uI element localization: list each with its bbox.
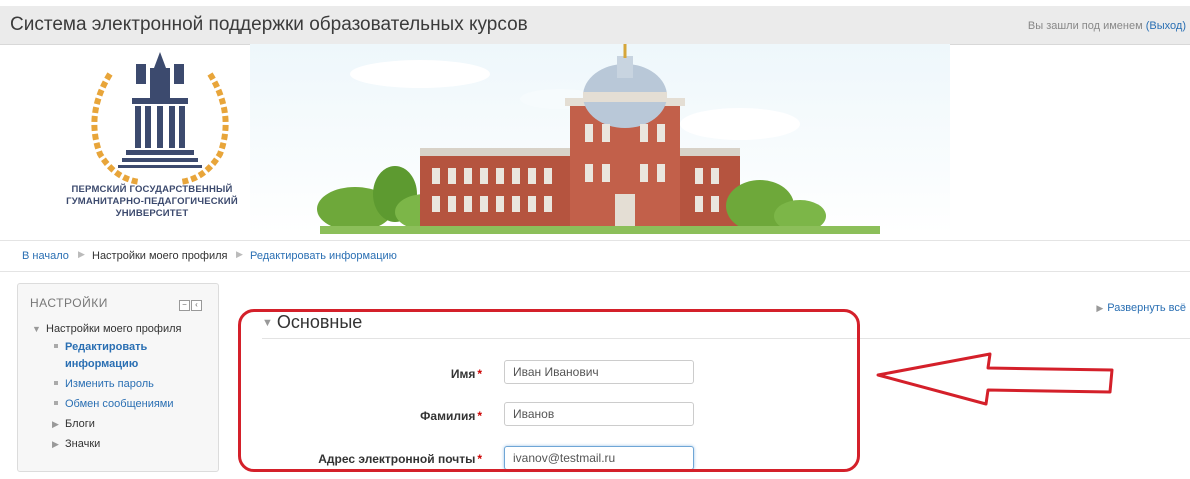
tree-item-edit-info[interactable]: Редактировать [54,341,147,353]
breadcrumb-profile[interactable]: Настройки моего профиля [92,250,228,262]
breadcrumb-current[interactable]: Редактировать информацию [250,250,397,262]
collapsed-triangle-icon[interactable]: ▶ [52,419,59,430]
bullet-icon [54,381,58,385]
tree-item-change-password-label: Изменить пароль [65,378,154,390]
login-prefix: Вы зашли под именем [1027,20,1143,32]
annotation-arrow-icon [876,352,1114,406]
tree-item-change-password[interactable]: Изменить пароль [54,378,154,390]
site-title[interactable]: Система электронной поддержки образовате… [10,14,528,36]
tree-item-edit-info-cont[interactable]: информацию [65,358,138,370]
tree-item-profile[interactable]: Настройки моего профиля [46,323,182,335]
university-name-line3: УНИВЕРСИТЕТ [115,208,189,219]
tree-item-messaging-label: Обмен сообщениями [65,398,174,410]
expanded-triangle-icon[interactable]: ▼ [32,324,41,334]
university-name-line1: ПЕРМСКИЙ ГОСУДАРСТВЕННЫЙ [71,184,233,195]
settings-block: НАСТРОЙКИ − ‹ ▼ Настройки моего профиля Р… [17,283,219,472]
expand-triangle-icon: ▶ [1096,303,1104,313]
collapse-icon[interactable]: − [179,300,190,311]
expand-all-label: Развернуть всё [1107,302,1186,314]
top-bar: Система электронной поддержки образовате… [0,6,1190,45]
breadcrumb-separator-icon: ▶ [78,249,85,259]
bullet-icon [54,401,58,405]
university-logo [91,52,229,185]
breadcrumb-home[interactable]: В начало [22,250,69,262]
university-name: ПЕРМСКИЙ ГОСУДАРСТВЕННЫЙ ГУМАНИТАРНО-ПЕД… [52,184,252,220]
tree-item-blogs[interactable]: Блоги [65,418,95,430]
collapsed-triangle-icon[interactable]: ▶ [52,439,59,450]
login-info: Вы зашли под именем (Выход) [1028,20,1186,32]
bullet-icon [54,344,58,348]
tree-item-messaging[interactable]: Обмен сообщениями [54,398,174,410]
logout-link[interactable]: (Выход) [1146,20,1186,32]
breadcrumb: В начало ▶ Настройки моего профиля ▶ Ред… [0,240,1190,272]
settings-block-title: НАСТРОЙКИ [30,296,108,310]
tree-item-badges[interactable]: Значки [65,438,100,450]
block-controls: − ‹ [178,294,202,312]
dock-icon[interactable]: ‹ [191,300,202,311]
tree-item-edit-label-1: Редактировать [65,341,148,353]
annotation-highlight-box [238,309,860,472]
breadcrumb-separator-icon: ▶ [236,249,243,259]
university-name-line2: ГУМАНИТАРНО-ПЕДАГОГИЧЕСКИЙ [66,196,238,207]
expand-all-link[interactable]: ▶ Развернуть всё [1096,302,1186,314]
